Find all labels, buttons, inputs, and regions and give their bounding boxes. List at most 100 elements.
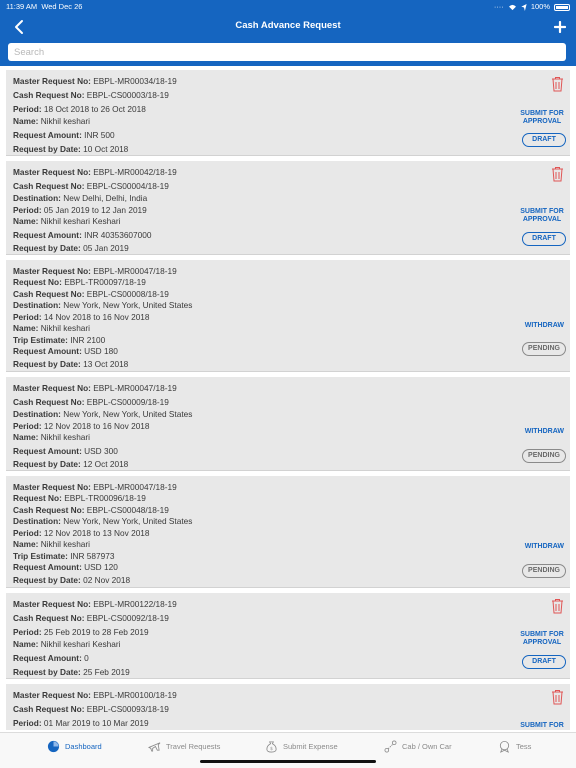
money-bag-icon: $ [266,741,277,753]
request-amount: USD 180 [84,346,118,356]
wifi-icon [508,4,516,10]
master-request-no: EBPL-MR00034/18-19 [93,76,177,86]
request-amount: INR 500 [84,130,115,140]
destination: New York, New York, United States [63,300,193,310]
request-card[interactable]: Master Request No: EBPL-MR00047/18-19 Re… [6,260,570,372]
master-request-no: EBPL-MR00042/18-19 [93,167,177,177]
status-time: 11:39 AM Wed Dec 26 [6,2,83,11]
travel-request-no: EBPL-TR00096/18-19 [64,493,146,503]
master-request-no: EBPL-MR00047/18-19 [93,266,177,276]
withdraw-button[interactable]: WITHDRAW [525,428,564,435]
cash-request-no: EBPL-CS00004/18-19 [86,181,169,191]
page-title: Cash Advance Request [235,20,341,31]
cash-request-no: EBPL-CS00009/18-19 [86,397,169,407]
request-details: Master Request No: EBPL-MR00100/18-19 Ca… [13,690,177,728]
master-request-no: EBPL-MR00122/18-19 [93,599,177,609]
request-by-date: 10 Oct 2018 [83,144,129,154]
submit-for-approval-button[interactable]: SUBMIT FORAPPROVAL [520,722,564,730]
submit-for-approval-button[interactable]: SUBMIT FORAPPROVAL [520,631,564,647]
withdraw-button[interactable]: WITHDRAW [525,543,564,550]
tab-cab-own-car[interactable]: Cab / Own Car [384,740,452,753]
destination: New York, New York, United States [63,516,193,526]
status-indicators: ···· 100% [494,0,570,14]
cash-request-no: EBPL-CS00003/18-19 [86,90,169,100]
tab-tess[interactable]: Tess [498,740,531,753]
status-badge: PENDING [522,564,566,578]
destination: New York, New York, United States [63,409,193,419]
signal-dots-icon: ···· [493,2,504,11]
requester-name: Nikhil keshari Keshari [40,639,121,649]
request-details: Master Request No: EBPL-MR00042/18-19 Ca… [13,167,177,253]
master-request-no: EBPL-MR00047/18-19 [93,482,177,492]
request-amount: USD 300 [84,446,118,456]
trash-icon[interactable] [551,76,564,92]
requester-name: Nikhil keshari [40,539,91,549]
cash-request-no: EBPL-CS00008/18-19 [86,289,169,299]
request-by-date: 05 Jan 2019 [83,243,129,253]
battery-icon [554,3,570,11]
status-badge: DRAFT [522,655,566,669]
requester-name: Nikhil keshari [40,323,91,333]
tab-submit-expense[interactable]: $ Submit Expense [265,740,338,753]
cash-request-no: EBPL-CS00092/18-19 [86,613,169,623]
travel-request-no: EBPL-TR00097/18-19 [64,277,146,287]
add-request-icon[interactable] [554,21,566,33]
cab-route-icon [384,740,397,753]
tab-dashboard[interactable]: Dashboard [47,740,102,753]
request-card[interactable]: Master Request No: EBPL-MR00047/18-19 Re… [6,476,570,588]
dashboard-icon [47,740,60,753]
request-details: Master Request No: EBPL-MR00122/18-19 Ca… [13,599,177,677]
withdraw-button[interactable]: WITHDRAW [525,322,564,329]
request-amount: INR 40353607000 [84,230,152,240]
status-badge: DRAFT [522,133,566,147]
period: 05 Jan 2019 to 12 Jan 2019 [43,205,147,215]
request-details: Master Request No: EBPL-MR00047/18-19 Re… [13,266,193,369]
period: 01 Mar 2019 to 10 Mar 2019 [43,718,149,728]
requester-name: Nikhil keshari [40,432,91,442]
request-details: Master Request No: EBPL-MR00047/18-19 Re… [13,482,193,585]
request-by-date: 02 Nov 2018 [83,575,131,585]
period: 12 Nov 2018 to 13 Nov 2018 [43,528,150,538]
period: 18 Oct 2018 to 26 Oct 2018 [43,104,146,114]
request-list[interactable]: Master Request No: EBPL-MR00034/18-19 Ca… [6,70,570,730]
search-bar [0,40,576,66]
request-amount: USD 120 [84,562,118,572]
home-indicator[interactable] [200,760,376,763]
status-badge: DRAFT [522,232,566,246]
request-details: Master Request No: EBPL-MR00047/18-19 Ca… [13,383,193,469]
request-by-date: 13 Oct 2018 [83,359,129,369]
status-badge: PENDING [522,342,566,356]
nav-bar: Cash Advance Request [0,14,576,40]
trip-estimate: INR 587973 [70,551,115,561]
cash-request-no: EBPL-CS00093/18-19 [86,704,169,714]
master-request-no: EBPL-MR00100/18-19 [93,690,177,700]
status-bar: 11:39 AM Wed Dec 26 ···· 100% [0,0,576,14]
period: 14 Nov 2018 to 16 Nov 2018 [43,312,150,322]
plane-icon [148,742,161,752]
requester-name: Nikhil keshari Keshari [40,216,121,226]
battery-percent: 100% [530,2,550,11]
tab-travel-requests[interactable]: Travel Requests [148,740,220,753]
search-input[interactable] [8,43,566,61]
submit-for-approval-button[interactable]: SUBMIT FORAPPROVAL [520,208,564,224]
svg-text:$: $ [270,746,273,752]
destination: New Delhi, Delhi, India [63,193,148,203]
request-card[interactable]: Master Request No: EBPL-MR00122/18-19 Ca… [6,593,570,679]
trash-icon[interactable] [551,166,564,182]
trash-icon[interactable] [551,689,564,705]
request-card[interactable]: Master Request No: EBPL-MR00042/18-19 Ca… [6,161,570,255]
request-card[interactable]: Master Request No: EBPL-MR00047/18-19 Ca… [6,377,570,471]
request-amount: 0 [84,653,89,663]
period: 12 Nov 2018 to 16 Nov 2018 [43,421,150,431]
tess-icon [499,740,510,753]
status-badge: PENDING [522,449,566,463]
cash-request-no: EBPL-CS00048/18-19 [86,505,169,515]
requester-name: Nikhil keshari [40,116,91,126]
master-request-no: EBPL-MR00047/18-19 [93,383,177,393]
submit-for-approval-button[interactable]: SUBMIT FORAPPROVAL [520,110,564,126]
trip-estimate: INR 2100 [70,335,106,345]
location-icon [521,3,527,11]
request-card[interactable]: Master Request No: EBPL-MR00034/18-19 Ca… [6,70,570,156]
trash-icon[interactable] [551,598,564,614]
request-card[interactable]: Master Request No: EBPL-MR00100/18-19 Ca… [6,684,570,730]
